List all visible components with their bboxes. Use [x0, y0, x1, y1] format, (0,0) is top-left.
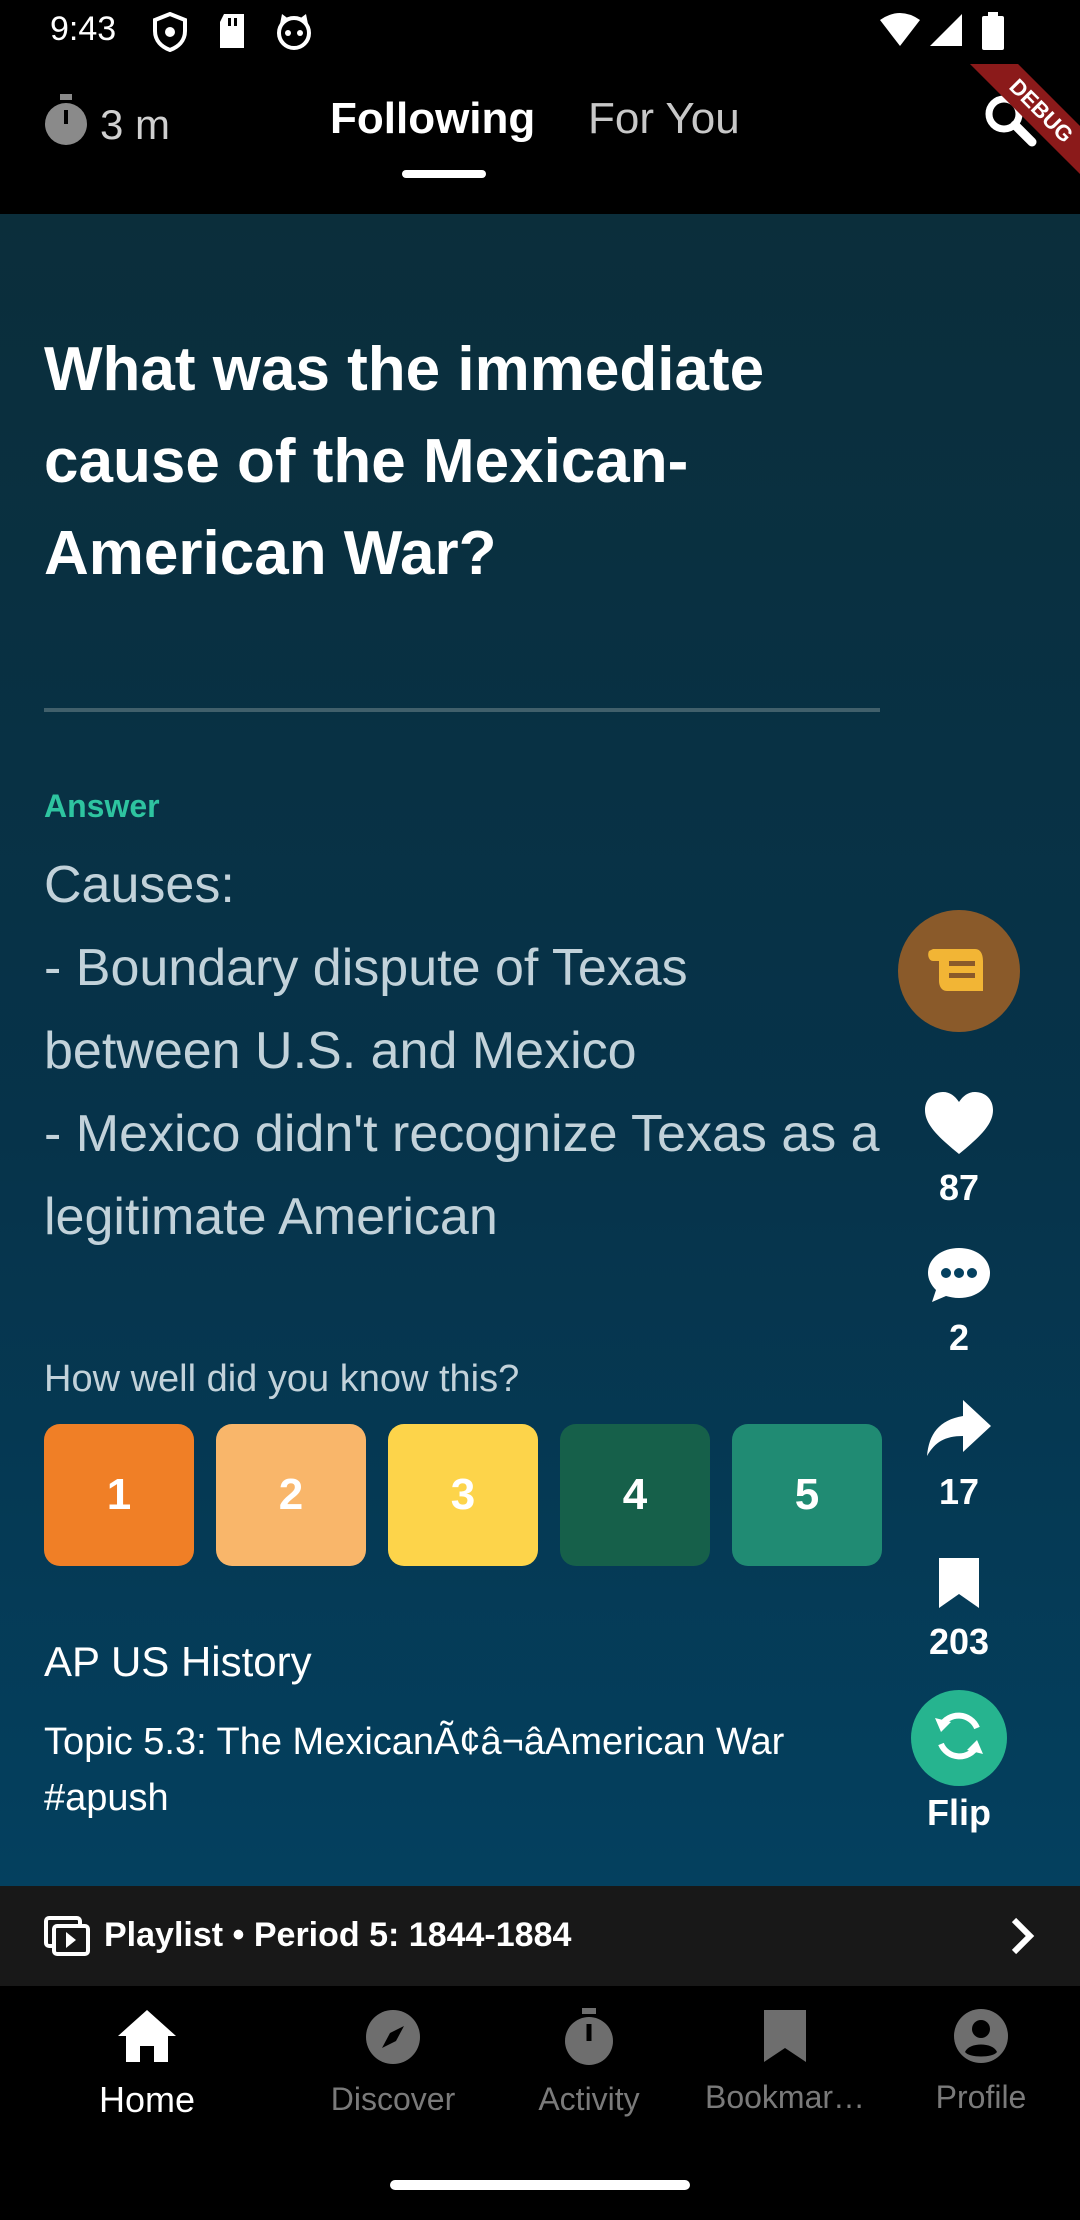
- comment-count: 2: [948, 1317, 970, 1358]
- bookmark-count: 203: [928, 1621, 990, 1662]
- playlist-icon: [44, 1916, 90, 1961]
- playlist-title: Playlist • Period 5: 1844-1884: [104, 1916, 572, 1954]
- share-action[interactable]: 17: [890, 1398, 1028, 1513]
- comment-icon: [926, 1244, 992, 1311]
- bookmark-icon: [760, 2008, 810, 2069]
- rating-button-5[interactable]: 5: [732, 1424, 882, 1566]
- nav-label-profile: Profile: [935, 2079, 1027, 2115]
- scroll-icon: [927, 941, 991, 1002]
- chevron-right-icon[interactable]: [1008, 1916, 1038, 1961]
- rating-button-2[interactable]: 2: [216, 1424, 366, 1566]
- session-timer[interactable]: 3 m: [42, 94, 170, 156]
- answer-text: Causes: - Boundary dispute of Texas betw…: [44, 856, 880, 1246]
- flashcard[interactable]: What was the immediate cause of the Mexi…: [0, 214, 1080, 1886]
- divider: [44, 708, 880, 712]
- cat-icon: [274, 12, 314, 55]
- nav-label-activity: Activity: [538, 2081, 640, 2117]
- profile-icon: [953, 2008, 1009, 2069]
- nav-label-home: Home: [98, 2079, 196, 2120]
- compass-icon: [364, 2008, 422, 2071]
- rating-button-3[interactable]: 3: [388, 1424, 538, 1566]
- topic-text: Topic 5.3: The MexicanÃ¢â¬âAmerican War …: [44, 1721, 785, 1819]
- answer-label: Answer: [44, 788, 160, 824]
- signal-icon: [928, 12, 964, 53]
- share-count: 17: [938, 1471, 980, 1512]
- debug-banner: DEBUG: [960, 64, 1080, 184]
- wifi-icon: [878, 12, 922, 53]
- share-icon: [925, 1398, 993, 1465]
- flip-label: Flip: [927, 1792, 991, 1833]
- like-action[interactable]: 87: [890, 1090, 1028, 1209]
- like-count: 87: [938, 1167, 980, 1208]
- sd-card-icon: [216, 12, 248, 55]
- rate-prompt: How well did you know this?: [44, 1358, 520, 1400]
- deck-title[interactable]: AP US History: [44, 1638, 312, 1686]
- stopwatch-icon: [561, 2008, 617, 2071]
- tab-for-you[interactable]: For You: [588, 94, 740, 144]
- rating-button-4[interactable]: 4: [560, 1424, 710, 1566]
- debug-banner-text: DEBUG: [961, 64, 1080, 184]
- stopwatch-icon: [42, 94, 90, 156]
- heart-icon: [923, 1090, 995, 1161]
- creator-avatar[interactable]: [898, 910, 1020, 1032]
- nav-label-bookmarks: Bookmar…: [704, 2079, 866, 2115]
- battery-icon: [982, 12, 1004, 55]
- nav-discover[interactable]: Discover: [298, 2008, 488, 2118]
- shield-icon: [152, 11, 188, 57]
- playlist-bar[interactable]: Playlist • Period 5: 1844-1884: [0, 1886, 1080, 1986]
- nav-home[interactable]: Home: [52, 2008, 242, 2121]
- bookmark-icon: [935, 1556, 983, 1615]
- flip-button[interactable]: [911, 1690, 1007, 1786]
- tab-following[interactable]: Following: [330, 94, 535, 144]
- nav-label-discover: Discover: [330, 2081, 456, 2117]
- flip-icon: [929, 1706, 989, 1771]
- status-time: 9:43: [50, 10, 117, 48]
- home-icon: [116, 2008, 178, 2069]
- active-tab-indicator: [402, 170, 486, 178]
- flip-action[interactable]: Flip: [890, 1690, 1028, 1834]
- top-nav: 3 m Following For You: [0, 64, 1080, 214]
- comment-action[interactable]: 2: [890, 1244, 1028, 1359]
- rating-button-1[interactable]: 1: [44, 1424, 194, 1566]
- bookmark-action[interactable]: 203: [890, 1556, 1028, 1663]
- rating-buttons: 1 2 3 4 5: [44, 1424, 882, 1566]
- nav-activity[interactable]: Activity: [494, 2008, 684, 2118]
- question-text: What was the immediate cause of the Mexi…: [44, 335, 765, 588]
- nav-bookmarks[interactable]: Bookmar…: [690, 2008, 880, 2116]
- timer-text: 3 m: [100, 101, 171, 148]
- home-indicator: [390, 2180, 690, 2190]
- nav-profile[interactable]: Profile: [886, 2008, 1076, 2116]
- status-bar: 9:43: [0, 0, 1080, 64]
